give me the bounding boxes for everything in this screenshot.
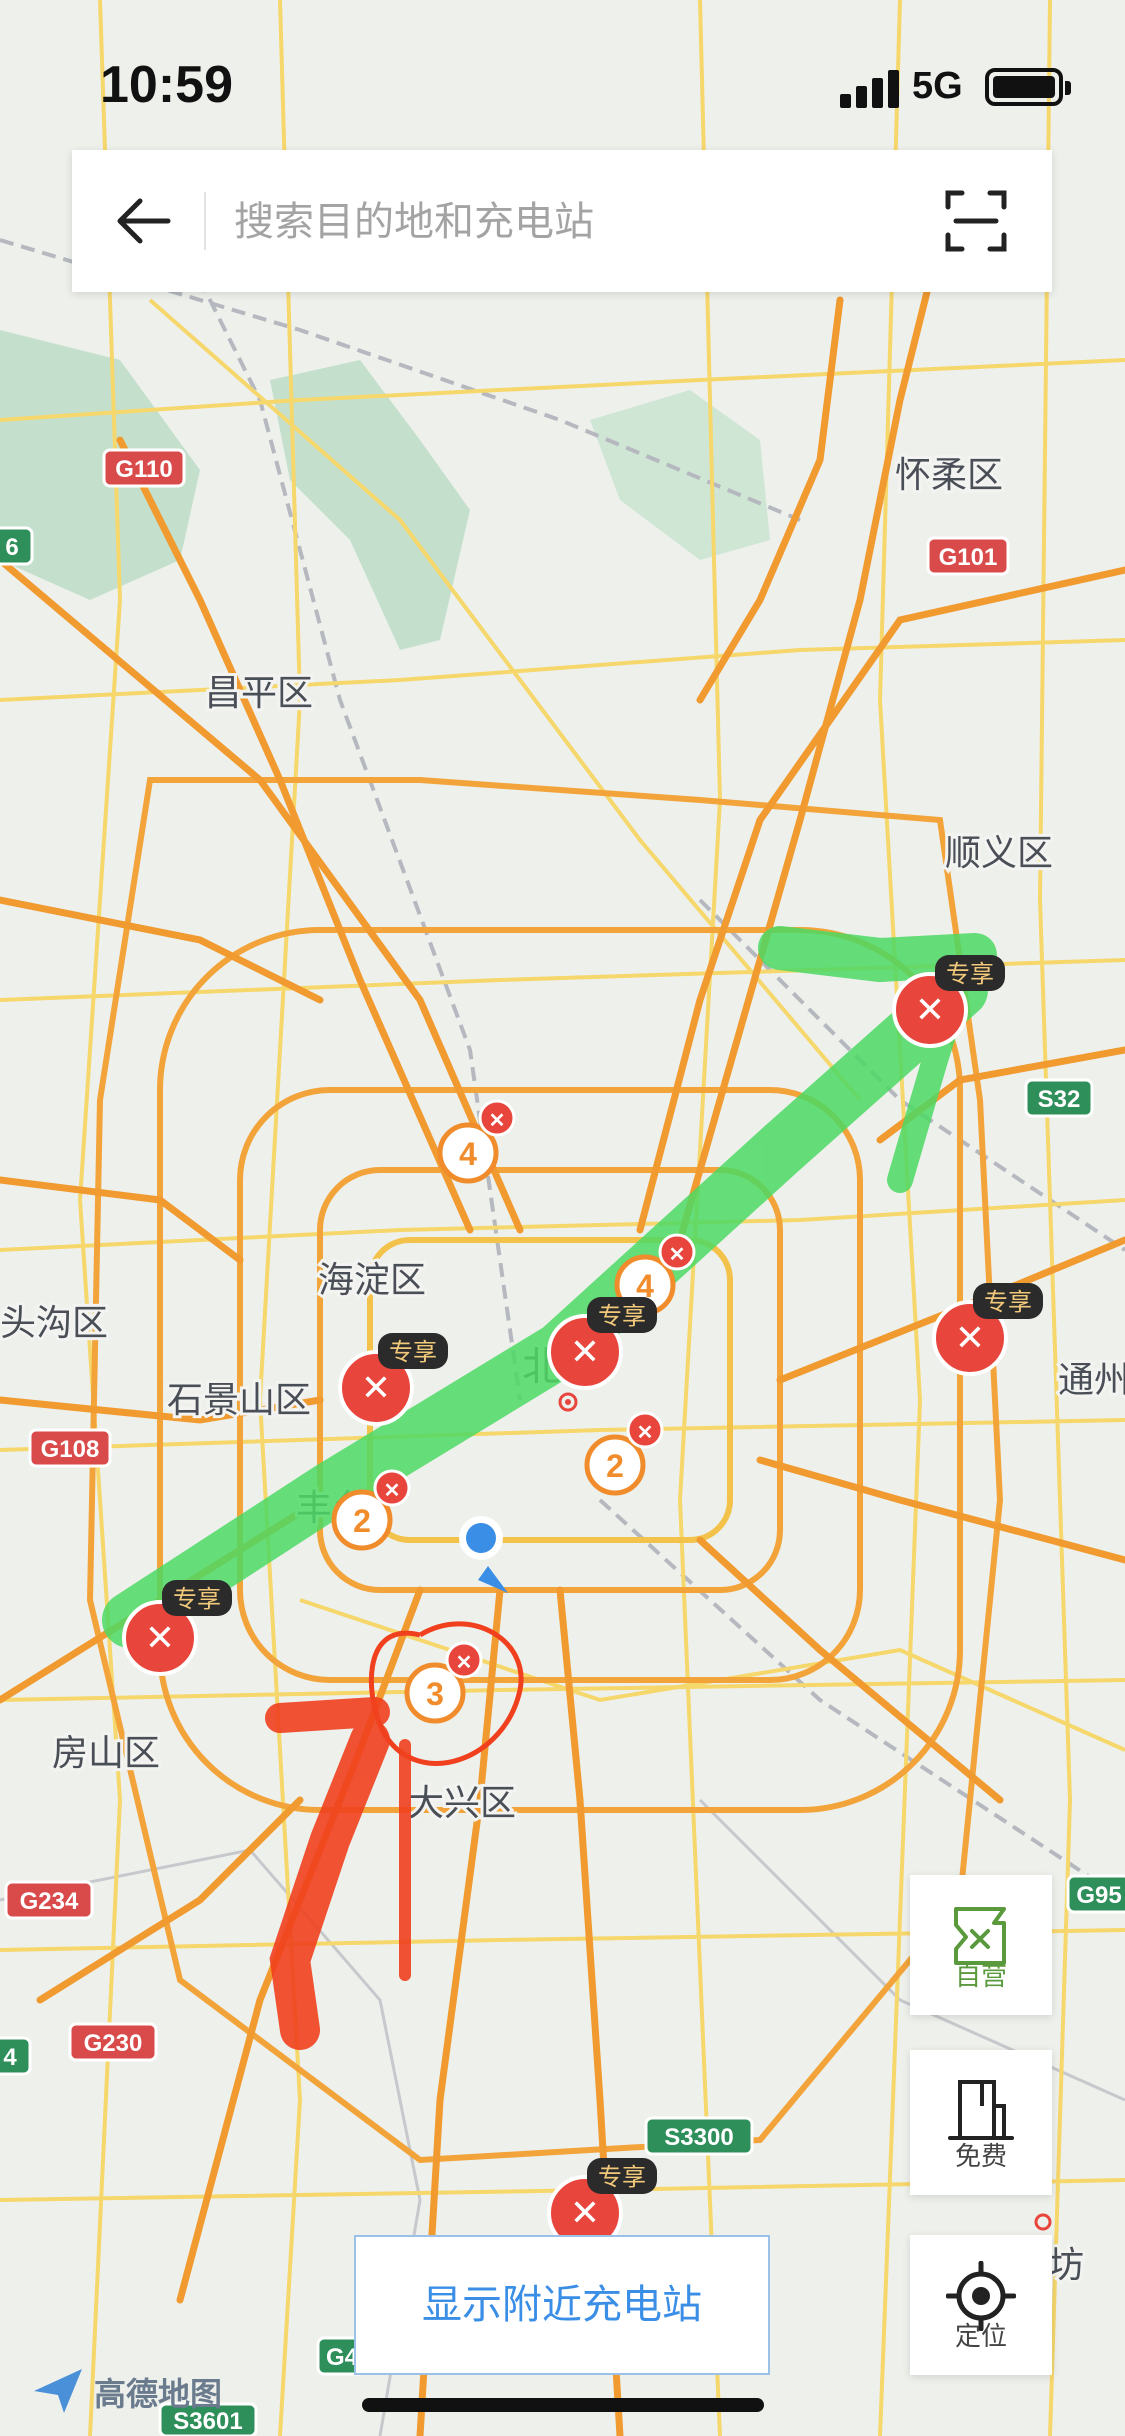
svg-text:专享: 专享 (598, 2164, 646, 2191)
search-input[interactable] (232, 180, 956, 264)
district-label-shijingshan: 石景山区 (167, 1379, 311, 1420)
district-label-fangshan: 房山区 (52, 1732, 160, 1773)
signal-icon (840, 68, 900, 108)
self-operated-filter-button[interactable]: 自营 (910, 1875, 1052, 2015)
svg-text:2: 2 (606, 1448, 624, 1484)
road-shield-6: 6 (0, 526, 34, 566)
show-nearby-stations-button[interactable]: 显示附近充电站 (354, 2235, 770, 2375)
battery-icon (985, 68, 1071, 106)
self-operated-label: 自营 (954, 1961, 1007, 1991)
district-label-langfang: 坊 (1048, 2244, 1084, 2285)
svg-text:✕: ✕ (361, 1367, 391, 1408)
road-shield-s32: S32 (1024, 1078, 1094, 1118)
district-label-mentougou: 头沟区 (0, 1302, 108, 1343)
svg-text:✕: ✕ (915, 989, 945, 1030)
road-shield-s3300: S3300 (644, 2116, 754, 2156)
search-bar (72, 150, 1052, 292)
svg-text:✕: ✕ (384, 1480, 401, 1502)
road-shield-g95: G95 (1066, 1874, 1125, 1914)
district-label-huairou: 怀柔区 (895, 454, 1003, 495)
free-label: 免费 (954, 2141, 1007, 2171)
home-indicator (362, 2398, 764, 2412)
road-shield-g110: G110 (102, 448, 186, 488)
svg-text:G101: G101 (939, 544, 998, 571)
search-divider (204, 192, 206, 250)
svg-text:S3300: S3300 (664, 2124, 733, 2151)
amap-logo-icon (34, 2369, 82, 2413)
svg-text:2: 2 (353, 1503, 371, 1539)
svg-text:4: 4 (459, 1136, 477, 1172)
svg-text:专享: 专享 (389, 1339, 437, 1366)
svg-text:✕: ✕ (955, 1317, 985, 1358)
free-filter-button[interactable]: 免费 (910, 2050, 1052, 2195)
svg-text:✕: ✕ (637, 1422, 654, 1444)
district-label-haidian: 海淀区 (318, 1259, 426, 1300)
status-time: 10:59 (100, 56, 233, 114)
svg-text:G234: G234 (20, 1888, 79, 1915)
amap-logo-text: 高德地图 (94, 2376, 223, 2412)
road-shield-g230: G230 (68, 2022, 158, 2062)
svg-text:✕: ✕ (570, 1331, 600, 1372)
district-label-tongzhou: 通州 (1058, 1359, 1125, 1400)
amap-logo: 高德地图 (30, 2365, 250, 2415)
svg-text:✕: ✕ (145, 1617, 175, 1658)
svg-text:专享: 专享 (984, 1289, 1032, 1316)
svg-text:G108: G108 (41, 1436, 100, 1463)
svg-text:3: 3 (426, 1676, 444, 1712)
svg-text:✕: ✕ (570, 2192, 600, 2233)
road-shield-g234: G234 (4, 1880, 94, 1920)
locate-button[interactable]: 定位 (910, 2235, 1052, 2375)
road-shield-4: 4 (0, 2036, 32, 2076)
svg-text:G230: G230 (84, 2030, 143, 2057)
road-shield-g108: G108 (28, 1428, 112, 1468)
svg-text:✕: ✕ (456, 1652, 473, 1674)
scan-icon[interactable] (942, 187, 1010, 255)
svg-text:6: 6 (5, 534, 18, 561)
svg-text:专享: 专享 (173, 1586, 221, 1613)
status-bar: 10:59 5G (0, 0, 1125, 150)
svg-text:✕: ✕ (489, 1110, 506, 1132)
svg-text:G95: G95 (1076, 1882, 1121, 1909)
district-label-daxing: 大兴区 (408, 1782, 516, 1823)
svg-text:S32: S32 (1038, 1086, 1081, 1113)
svg-text:专享: 专享 (946, 961, 994, 988)
road-shield-g101: G101 (926, 536, 1010, 576)
svg-text:✕: ✕ (669, 1244, 686, 1266)
locate-label: 定位 (954, 2321, 1007, 2351)
svg-text:专享: 专享 (598, 1303, 646, 1330)
district-label-changping: 昌平区 (205, 672, 313, 713)
svg-text:4: 4 (3, 2044, 17, 2071)
svg-text:G110: G110 (115, 456, 172, 483)
back-arrow-icon[interactable] (108, 185, 180, 257)
district-label-shunyi: 顺义区 (945, 832, 1053, 873)
network-type: 5G (912, 65, 963, 107)
